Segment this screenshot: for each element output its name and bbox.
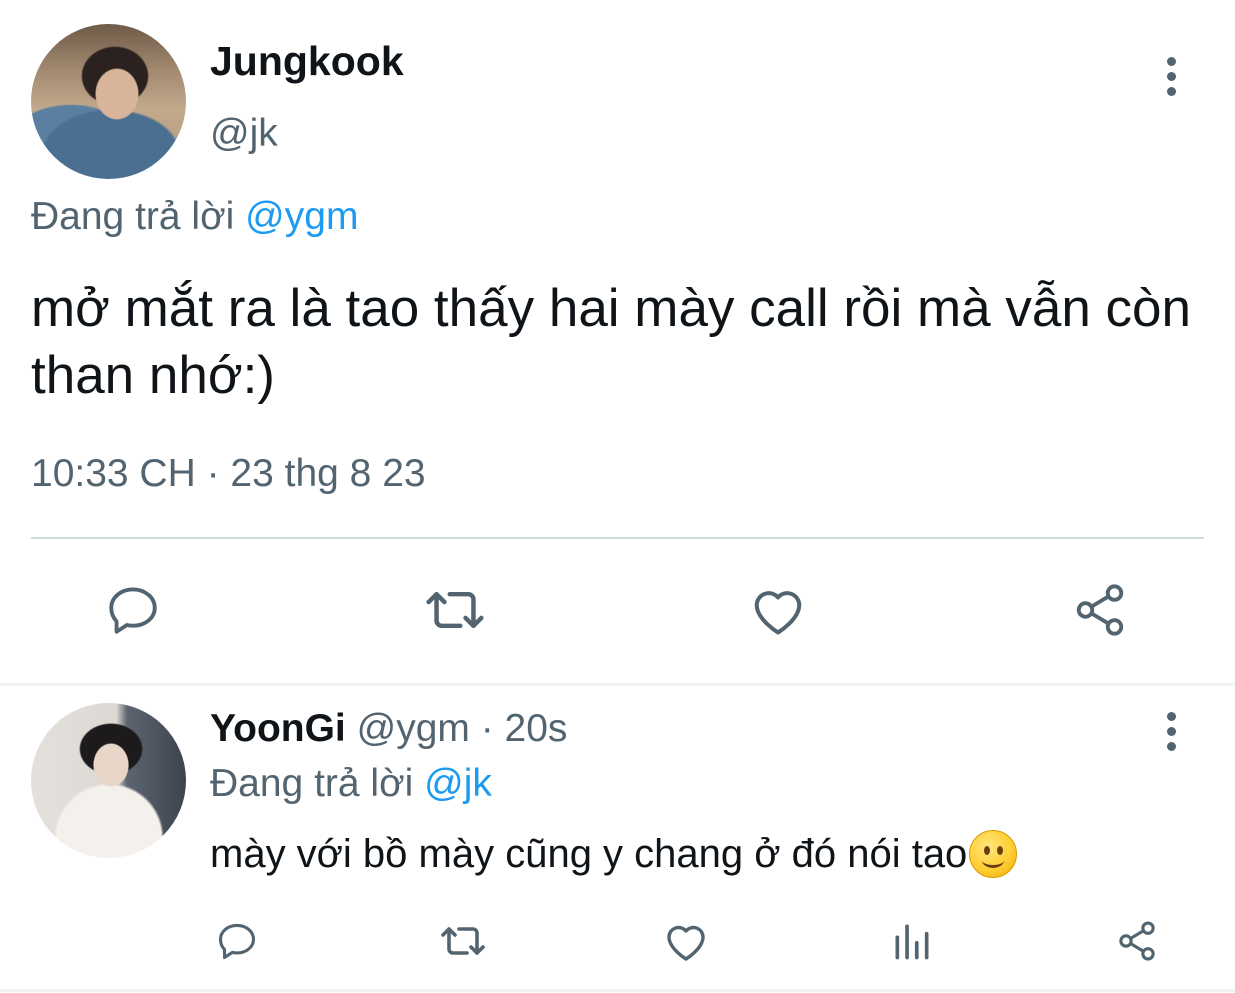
replying-to-label: Đang trả lời [31, 195, 246, 238]
author-handle[interactable]: @jk [210, 112, 278, 156]
reply-more-options-icon[interactable] [1165, 712, 1177, 751]
reply-like-icon[interactable] [661, 916, 711, 966]
reply-replying-to-label: Đang trả lời [210, 762, 425, 805]
reply-header: YoonGi @ygm · 20s [210, 707, 567, 751]
author-avatar[interactable] [31, 24, 186, 179]
tweet-text: mở mắt ra là tao thấy hai mày call rồi m… [31, 279, 1191, 405]
reply-replying-to-mention[interactable]: @jk [424, 762, 492, 805]
reply-author-meta[interactable]: @ygm · 20s [346, 707, 568, 750]
replying-to-mention[interactable]: @ygm [245, 195, 358, 238]
reply-author-avatar[interactable] [31, 703, 186, 858]
like-icon[interactable] [746, 578, 810, 642]
more-options-icon[interactable] [1165, 57, 1177, 96]
tweet-timestamp[interactable]: 10:33 CH · 23 thg 8 23 [31, 452, 426, 496]
reply-analytics-icon[interactable] [887, 916, 937, 966]
retweet-icon[interactable] [423, 578, 487, 642]
divider [31, 537, 1204, 539]
replying-to: Đang trả lời @ygm [31, 195, 358, 239]
reply-text: mày với bồ mày cũng y chang ở đó nói tao [210, 831, 968, 876]
section-divider [0, 683, 1235, 686]
reply-retweet-icon[interactable] [435, 916, 491, 966]
reply-reply-icon[interactable] [212, 916, 262, 966]
reply-share-icon[interactable] [1112, 916, 1162, 966]
bottom-divider [0, 989, 1235, 992]
share-icon[interactable] [1068, 578, 1132, 642]
reply-icon[interactable] [101, 578, 165, 642]
reply-replying-to: Đang trả lời @jk [210, 762, 492, 806]
reply-author-name[interactable]: YoonGi [210, 707, 346, 750]
reply-text-container: mày với bồ mày cũng y chang ở đó nói tao [210, 830, 1018, 878]
author-name[interactable]: Jungkook [210, 38, 404, 85]
slightly-smiling-face-emoji [969, 830, 1018, 878]
